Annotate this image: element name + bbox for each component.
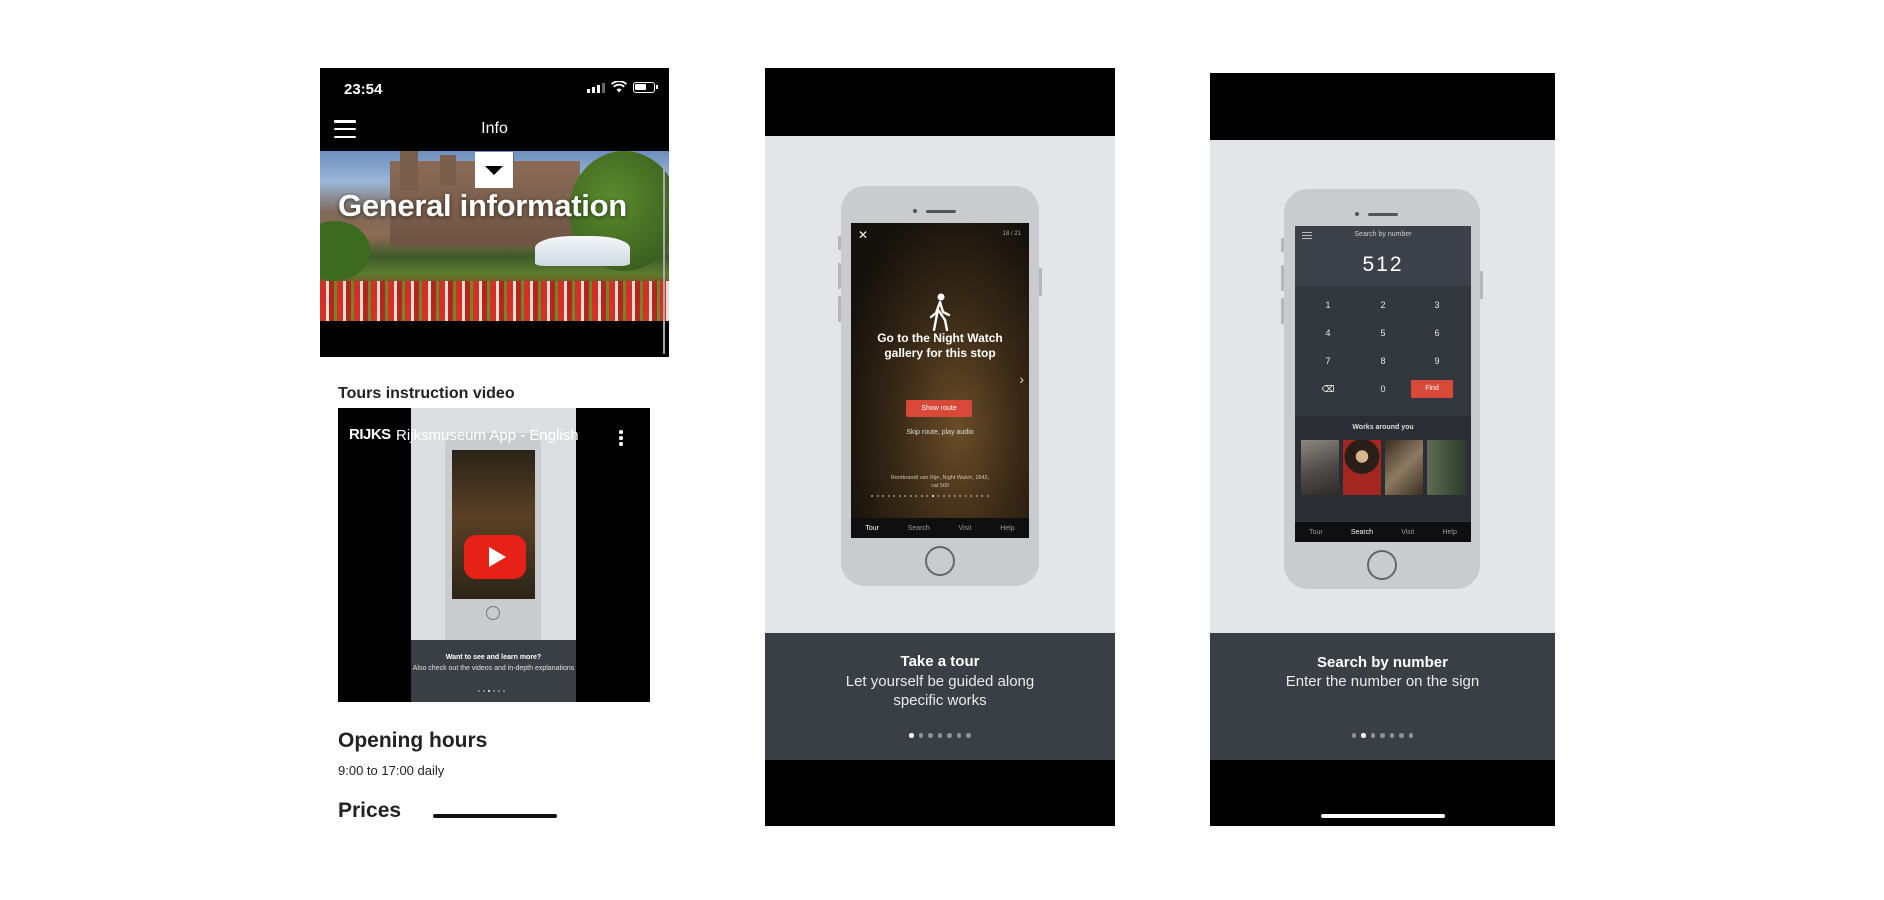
key-8: 8 xyxy=(1380,356,1386,366)
scrollbar[interactable] xyxy=(663,166,665,354)
caption-panel xyxy=(1210,633,1555,760)
key-1: 1 xyxy=(1325,300,1331,310)
video-title[interactable]: Rijksmuseum App - English xyxy=(396,427,579,444)
play-icon xyxy=(488,547,506,567)
video-section-title: Tours instruction video xyxy=(338,385,515,402)
show-route-button: Show route xyxy=(906,400,972,417)
key-6: 6 xyxy=(1434,328,1440,338)
caption-text: Enter the number on the sign xyxy=(1285,673,1480,690)
stop-counter: 18 / 21 xyxy=(1002,231,1021,237)
onboarding-tour-screen: ✕ 18 / 21 Go to the Night Watch gallery … xyxy=(765,68,1115,826)
key-4: 4 xyxy=(1325,328,1331,338)
play-button[interactable] xyxy=(464,535,526,579)
close-icon: ✕ xyxy=(858,228,869,242)
chevron-right-icon: › xyxy=(1019,371,1024,387)
page-indicator[interactable] xyxy=(1210,733,1555,738)
stop-instruction: Go to the Night Watch gallery for this s… xyxy=(877,331,1003,360)
artwork-thumbnail xyxy=(1385,440,1423,495)
tab-visit: Visit xyxy=(1401,528,1415,536)
artwork-thumbnail xyxy=(1427,440,1467,495)
tab-search: Search xyxy=(1350,528,1374,536)
status-time: 23:54 xyxy=(344,81,383,98)
caption-title: Take a tour xyxy=(900,653,980,670)
find-button: Find xyxy=(1411,380,1453,398)
key-3: 3 xyxy=(1434,300,1440,310)
home-indicator xyxy=(433,814,557,818)
prices-title: Prices xyxy=(338,799,402,822)
hero-title: General information xyxy=(338,188,627,223)
artwork-credit: Rembrandt van Rijn, Night Watch, 1642, c… xyxy=(890,475,990,489)
info-screen: 23:54 Info General information Tours ins… xyxy=(320,68,669,828)
home-button-illustration xyxy=(925,546,955,576)
caret-down-icon xyxy=(485,165,503,175)
key-7: 7 xyxy=(1325,356,1331,366)
opening-hours-title: Opening hours xyxy=(338,729,488,752)
page-indicator[interactable] xyxy=(765,733,1115,738)
entered-number: 512 xyxy=(1362,253,1404,276)
page-title: Info xyxy=(481,120,508,137)
tab-help: Help xyxy=(1442,528,1457,536)
tab-search: Search xyxy=(907,524,930,532)
key-0: 0 xyxy=(1380,384,1386,394)
home-indicator xyxy=(1321,814,1445,818)
tab-bar: Tour Search Visit Help xyxy=(1295,522,1471,542)
battery-icon xyxy=(633,81,658,93)
status-icons xyxy=(587,81,658,93)
tab-visit: Visit xyxy=(958,524,972,532)
wifi-icon xyxy=(611,81,627,93)
video-player[interactable]: Want to see and learn more? Also check o… xyxy=(338,408,650,702)
key-9: 9 xyxy=(1434,356,1440,366)
dropdown-toggle[interactable] xyxy=(475,152,513,188)
artwork-thumbnail xyxy=(1301,440,1339,495)
backspace-icon: ⌫ xyxy=(1321,384,1335,394)
tab-tour: Tour xyxy=(865,524,879,532)
tab-help: Help xyxy=(1000,524,1015,532)
key-2: 2 xyxy=(1380,300,1386,310)
video-thumbnail-caption-title: Want to see and learn more? xyxy=(445,654,542,661)
phone-screen-search: Search by number 512 1 2 3 4 5 6 7 8 9 ⌫… xyxy=(1295,226,1471,542)
phone-screen-tour: ✕ 18 / 21 Go to the Night Watch gallery … xyxy=(851,223,1029,538)
walking-person-icon xyxy=(929,293,951,331)
key-5: 5 xyxy=(1380,328,1386,338)
opening-hours-text: 9:00 to 17:00 daily xyxy=(338,763,445,778)
caption-text: Let yourself be guided along specific wo… xyxy=(845,673,1035,709)
onboarding-search-screen: Search by number 512 1 2 3 4 5 6 7 8 9 ⌫… xyxy=(1210,73,1555,826)
skip-route-link: Skip route, play audio xyxy=(906,429,974,436)
works-around-you-label: Works around you xyxy=(1352,424,1414,431)
stop-progress-dots xyxy=(871,495,989,497)
search-by-number-header: Search by number xyxy=(1354,231,1412,238)
cellular-signal-icon xyxy=(587,82,605,93)
more-options-icon[interactable] xyxy=(619,430,623,446)
video-thumbnail-caption-text: Also check out the videos and in-depth e… xyxy=(412,665,575,672)
tab-tour: Tour xyxy=(1309,528,1323,536)
rijks-logo: RIJKS xyxy=(349,426,391,443)
tab-bar: Tour Search Visit Help xyxy=(851,518,1029,538)
artwork-thumbnail xyxy=(1343,440,1381,495)
caption-title: Search by number xyxy=(1317,654,1448,671)
home-button-illustration xyxy=(1367,550,1397,580)
